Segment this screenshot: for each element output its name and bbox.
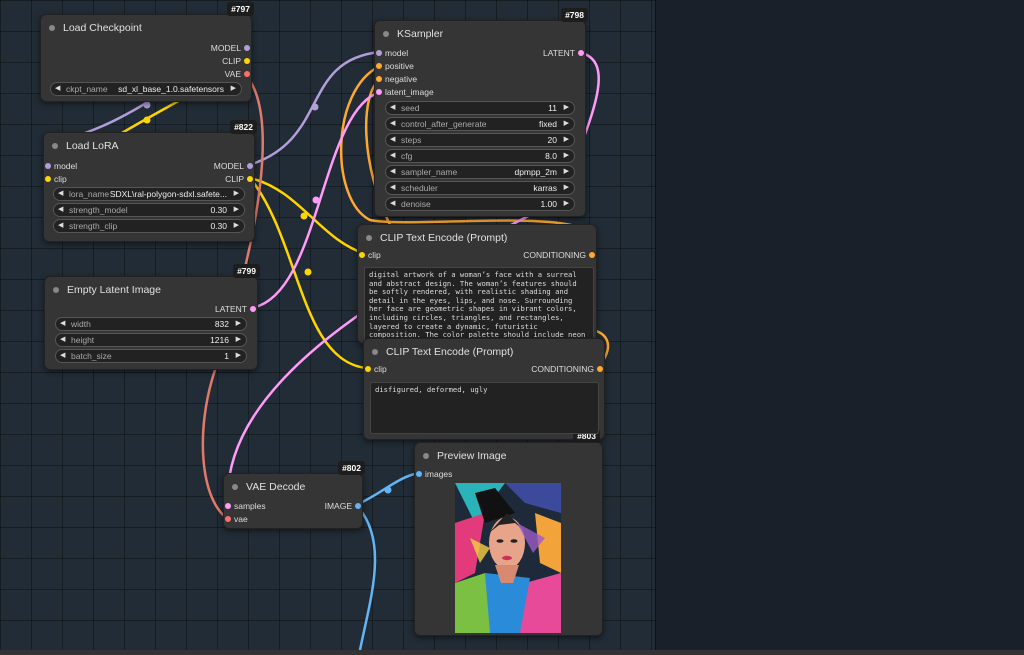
link-midpoint: [384, 486, 392, 494]
output-slot-conditioning[interactable]: CONDITIONING: [523, 249, 595, 261]
node-title[interactable]: Empty Latent Image: [45, 277, 257, 303]
input-slot-samples[interactable]: samples: [225, 500, 266, 512]
output-slot-latent[interactable]: LATENT: [215, 303, 256, 315]
node-preview-image[interactable]: Preview Image images: [414, 442, 603, 636]
output-slot-conditioning[interactable]: CONDITIONING: [531, 363, 603, 375]
node-load-checkpoint[interactable]: #797 Load Checkpoint MODEL CLIP VAE ◀ ckp…: [40, 2, 254, 102]
link-midpoint: [311, 103, 319, 111]
input-slot-clip[interactable]: clip: [45, 173, 67, 185]
bottom-bar: [0, 650, 1024, 655]
node-title[interactable]: CLIP Text Encode (Prompt): [358, 225, 596, 251]
input-slot-images[interactable]: images: [416, 468, 452, 480]
input-slot-positive[interactable]: positive: [376, 60, 414, 72]
cfg-number[interactable]: ◀ cfg 8.0 ▶: [385, 149, 575, 163]
node-title[interactable]: Load LoRA: [44, 133, 254, 159]
scheduler-combo[interactable]: ◀ scheduler karras ▶: [385, 181, 575, 195]
abstract-portrait-image: [455, 483, 561, 633]
steps-number[interactable]: ◀ steps 20 ▶: [385, 133, 575, 147]
node-clip-text-encode-negative[interactable]: #803 CLIP Text Encode (Prompt) clip COND…: [363, 338, 605, 443]
node-id-badge: #798: [561, 8, 588, 22]
width-number[interactable]: ◀ width 832 ▶: [55, 317, 247, 331]
arrow-left-icon: ◀: [55, 85, 61, 92]
node-title[interactable]: Load Checkpoint: [41, 15, 251, 41]
sampler-name-combo[interactable]: ◀ sampler_name dpmpp_2m ▶: [385, 165, 575, 179]
input-slot-latent-image[interactable]: latent_image: [376, 86, 434, 98]
node-empty-latent-image[interactable]: #799 Empty Latent Image LATENT ◀ width 832…: [44, 264, 260, 370]
node-id-badge: #799: [233, 264, 260, 278]
collapse-dot-icon[interactable]: [49, 25, 55, 31]
link-midpoint: [304, 268, 312, 276]
input-slot-model[interactable]: model: [45, 160, 77, 172]
link-midpoint: [312, 196, 320, 204]
node-title[interactable]: VAE Decode: [224, 474, 362, 500]
node-title-label: CLIP Text Encode (Prompt): [380, 232, 508, 244]
node-id-badge: #797: [227, 2, 254, 16]
input-slot-clip[interactable]: clip: [359, 249, 381, 261]
node-load-lora[interactable]: #822 Load LoRA model clip MODEL CLIP ◀ lo…: [43, 120, 257, 242]
output-slot-model[interactable]: MODEL: [211, 42, 250, 54]
node-title-label: Empty Latent Image: [67, 284, 161, 296]
input-slot-model[interactable]: model: [376, 47, 408, 59]
output-slot-vae[interactable]: VAE: [225, 68, 250, 80]
node-title-label: CLIP Text Encode (Prompt): [386, 346, 514, 358]
collapse-dot-icon[interactable]: [372, 349, 378, 355]
collapse-dot-icon[interactable]: [383, 31, 389, 37]
input-slot-negative[interactable]: negative: [376, 73, 417, 85]
collapse-dot-icon[interactable]: [52, 143, 58, 149]
side-panel: [655, 0, 1024, 650]
collapse-dot-icon[interactable]: [366, 235, 372, 241]
output-slot-clip[interactable]: CLIP: [222, 55, 250, 67]
output-slot-image[interactable]: IMAGE: [325, 500, 361, 512]
node-title-label: VAE Decode: [246, 481, 306, 493]
strength-model-number[interactable]: ◀ strength_model 0.30 ▶: [53, 203, 245, 217]
link-midpoint: [143, 116, 151, 124]
collapse-dot-icon[interactable]: [423, 453, 429, 459]
prompt-textarea[interactable]: disfigured, deformed, ugly: [370, 382, 599, 434]
link-clip-lora-pos: [249, 176, 367, 256]
node-clip-text-encode-positive[interactable]: CLIP Text Encode (Prompt) clip CONDITION…: [357, 224, 597, 345]
arrow-right-icon: ▶: [230, 85, 236, 92]
ckpt-name-combo[interactable]: ◀ ckpt_name sd_xl_base_1.0.safetensors ▶: [50, 82, 242, 96]
strength-clip-number[interactable]: ◀ strength_clip 0.30 ▶: [53, 219, 245, 233]
prompt-textarea[interactable]: digital artwork of a woman’s face with a…: [364, 267, 594, 345]
collapse-dot-icon[interactable]: [53, 287, 59, 293]
node-graph-canvas[interactable]: #797 Load Checkpoint MODEL CLIP VAE ◀ ckp…: [0, 0, 655, 650]
output-slot-clip[interactable]: CLIP: [225, 173, 253, 185]
control-after-generate-combo[interactable]: ◀ control_after_generate fixed ▶: [385, 117, 575, 131]
node-id-badge: #802: [338, 461, 365, 475]
node-title[interactable]: KSampler: [375, 21, 585, 47]
node-id-badge: #822: [230, 120, 257, 134]
node-title-label: Preview Image: [437, 450, 507, 462]
input-slot-vae[interactable]: vae: [225, 513, 248, 525]
output-slot-model[interactable]: MODEL: [214, 160, 253, 172]
input-slot-clip[interactable]: clip: [365, 363, 387, 375]
node-title-label: KSampler: [397, 28, 444, 40]
node-ksampler[interactable]: #798 KSampler model positive negative la…: [374, 8, 588, 217]
node-title-label: Load LoRA: [66, 140, 119, 152]
seed-number[interactable]: ◀ seed 11 ▶: [385, 101, 575, 115]
output-slot-latent[interactable]: LATENT: [543, 47, 584, 59]
preview-image-thumbnail[interactable]: [455, 483, 561, 633]
node-title[interactable]: CLIP Text Encode (Prompt): [364, 339, 604, 365]
denoise-number[interactable]: ◀ denoise 1.00 ▶: [385, 197, 575, 211]
node-title[interactable]: Preview Image: [415, 443, 602, 469]
lora-name-combo[interactable]: ◀ lora_name SDXL\ral-polygon-sdxl.safete..…: [53, 187, 245, 201]
link-midpoint: [300, 212, 308, 220]
node-vae-decode[interactable]: #802 VAE Decode samples vae IMAGE: [223, 461, 365, 529]
collapse-dot-icon[interactable]: [232, 484, 238, 490]
batch-size-number[interactable]: ◀ batch_size 1 ▶: [55, 349, 247, 363]
height-number[interactable]: ◀ height 1216 ▶: [55, 333, 247, 347]
link-midpoint: [143, 101, 151, 109]
node-title-label: Load Checkpoint: [63, 22, 142, 34]
